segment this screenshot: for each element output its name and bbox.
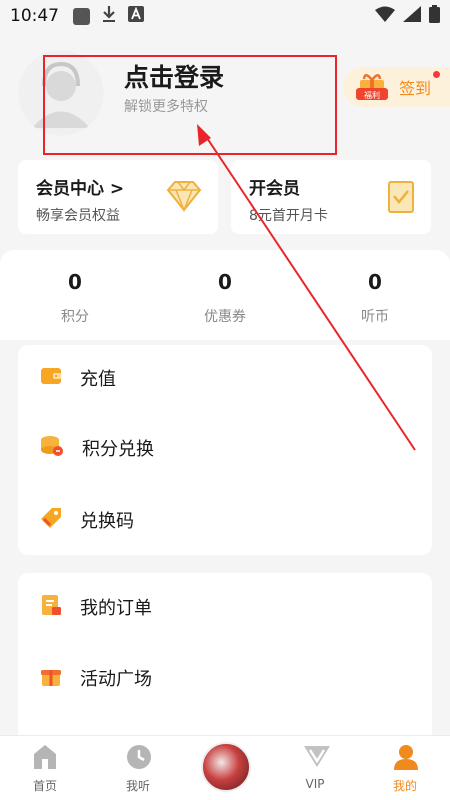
annotation-highlight-box — [43, 55, 337, 155]
gift-icon: 福利 — [356, 74, 388, 100]
stat-value: 0 — [68, 270, 82, 294]
font-a-icon — [128, 5, 144, 27]
tab-vip[interactable]: VIP — [270, 736, 360, 800]
tag-icon — [40, 507, 62, 533]
battery-icon — [429, 4, 440, 28]
stat-label: 积分 — [61, 309, 89, 325]
tab-label: VIP — [305, 777, 325, 791]
tab-mine[interactable]: 我的 — [360, 736, 450, 800]
menu-item-activity-plaza[interactable]: 活动广场 — [18, 648, 432, 708]
stats-panel: 0 积分 0 优惠券 0 听币 — [0, 250, 450, 340]
stat-value: 0 — [368, 270, 382, 294]
menu-label: 充值 — [80, 369, 116, 390]
menu-label: 积分兑换 — [82, 439, 154, 460]
home-icon — [33, 744, 57, 774]
vip-card-icon — [387, 180, 415, 218]
diamond-icon — [166, 180, 202, 216]
menu-item-my-orders[interactable]: 我的订单 — [18, 577, 432, 637]
checkin-label: 签到 — [399, 79, 432, 98]
menu-label: 兑换码 — [80, 511, 134, 532]
member-center-card[interactable]: 会员中心 > 畅享会员权益 — [18, 160, 218, 234]
download-icon — [102, 5, 116, 28]
order-icon — [40, 594, 62, 620]
vip-icon — [303, 744, 331, 772]
checkin-badge-text: 福利 — [364, 90, 380, 100]
menu-item-points-exchange[interactable]: 积分兑换 — [18, 418, 432, 478]
stat-points[interactable]: 0 积分 — [15, 270, 135, 326]
tab-label: 我的 — [392, 779, 417, 793]
notification-app-icon — [73, 7, 90, 25]
person-icon — [393, 744, 419, 774]
status-time: 10:47 — [10, 6, 59, 26]
stat-label: 听币 — [361, 309, 389, 325]
clock-icon — [126, 744, 152, 774]
tab-home[interactable]: 首页 — [0, 736, 90, 800]
tab-label: 我听 — [125, 779, 150, 793]
tab-listen[interactable]: 我听 — [93, 736, 183, 800]
gift-box-icon — [40, 665, 62, 691]
wifi-icon — [375, 6, 395, 27]
signal-icon — [403, 5, 421, 27]
menu-card-orders: 我的订单 活动广场 — [18, 573, 432, 753]
menu-label: 我的订单 — [80, 598, 152, 619]
menu-card-wallet: 充值 积分兑换 兑换码 — [18, 345, 432, 555]
wallet-icon — [40, 365, 62, 391]
stat-coupons[interactable]: 0 优惠券 — [165, 270, 285, 326]
stat-value: 0 — [218, 270, 232, 294]
menu-label: 活动广场 — [80, 669, 152, 690]
coins-icon — [40, 434, 64, 462]
menu-item-recharge[interactable]: 充值 — [18, 348, 432, 408]
status-bar: 10:47 — [0, 0, 450, 32]
tab-label: 首页 — [32, 779, 57, 793]
now-playing-disc[interactable] — [201, 742, 251, 792]
open-vip-card[interactable]: 开会员 8元首开月卡 — [231, 160, 431, 234]
notification-dot — [433, 71, 440, 78]
menu-item-redeem-code[interactable]: 兑换码 — [18, 490, 432, 550]
stat-label: 优惠券 — [204, 309, 246, 325]
stat-listen-coins[interactable]: 0 听币 — [315, 270, 435, 326]
checkin-button[interactable]: 福利 签到 — [343, 67, 450, 107]
